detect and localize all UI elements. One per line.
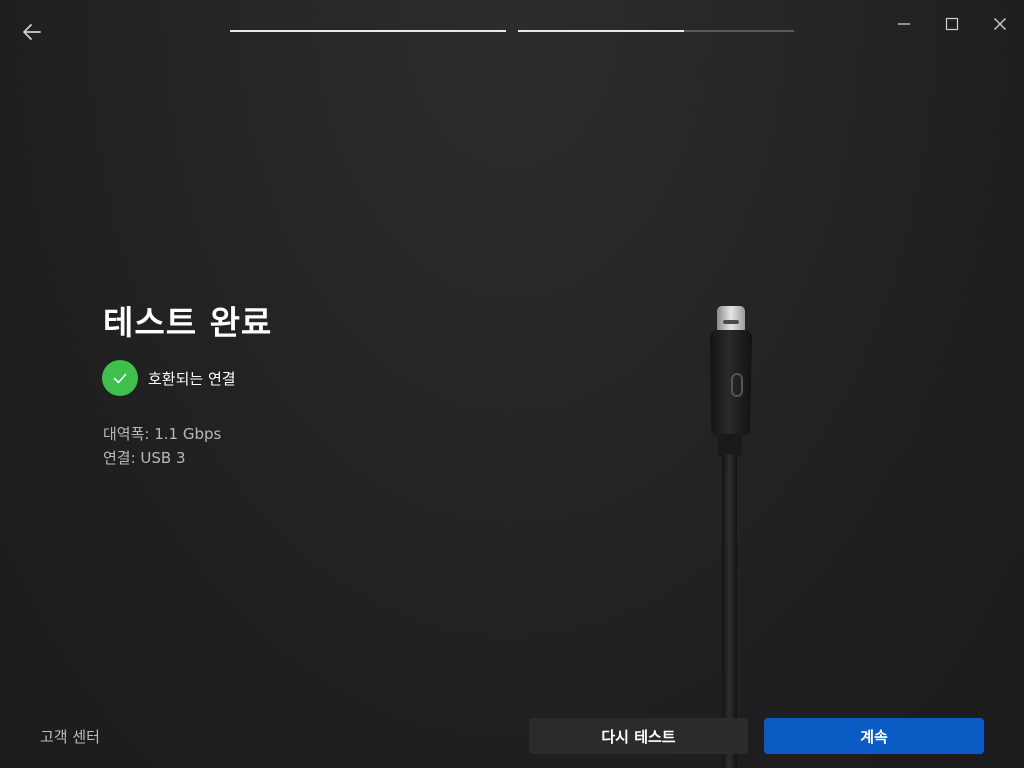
progress-step-1 <box>230 30 506 32</box>
close-icon <box>994 18 1006 30</box>
retest-button[interactable]: 다시 테스트 <box>529 718 748 754</box>
maximize-button[interactable] <box>936 8 968 40</box>
back-button[interactable] <box>16 16 48 48</box>
page-title: 테스트 완료 <box>103 303 273 342</box>
minimize-button[interactable] <box>888 8 920 40</box>
progress-step-2 <box>518 30 794 32</box>
close-button[interactable] <box>984 8 1016 40</box>
app-window: 테스트 완료 호환되는 연결 대역폭: 1.1 Gbps 연결: USB 3 고… <box>0 0 1024 768</box>
progress-step-2-fill <box>518 30 684 32</box>
maximize-icon <box>945 17 959 31</box>
minimize-icon <box>898 23 910 25</box>
progress-step-1-fill <box>230 30 506 32</box>
status-check-badge <box>102 360 138 396</box>
connection-detail: 연결: USB 3 <box>103 449 186 467</box>
usb-c-cable-icon <box>710 306 752 768</box>
status-text: 호환되는 연결 <box>148 369 236 388</box>
status-row: 호환되는 연결 <box>102 360 236 396</box>
customer-support-link[interactable]: 고객 센터 <box>40 726 100 747</box>
check-icon <box>113 373 127 384</box>
continue-button[interactable]: 계속 <box>764 718 984 754</box>
bandwidth-detail: 대역폭: 1.1 Gbps <box>103 425 222 443</box>
arrow-left-icon <box>23 24 41 40</box>
